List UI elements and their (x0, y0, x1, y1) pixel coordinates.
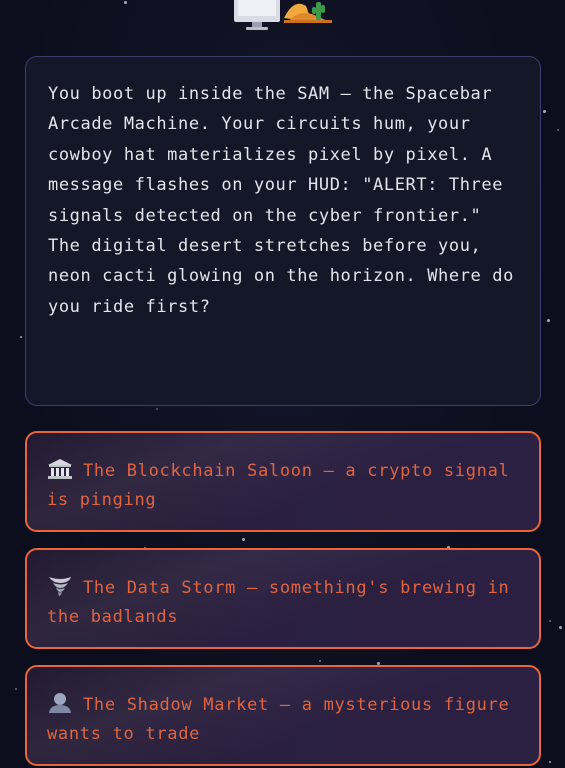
story-panel: You boot up inside the SAM — the Spaceba… (25, 56, 541, 406)
choice-shadow-market[interactable]: The Shadow Market — a mysterious figure … (25, 665, 541, 766)
choice-data-storm[interactable]: The Data Storm — something's brewing in … (25, 548, 541, 649)
choice-blockchain-saloon[interactable]: The Blockchain Saloon — a crypto signal … (25, 431, 541, 532)
silhouette-icon (47, 692, 73, 714)
choice-line: The Shadow Market — a mysterious figure … (47, 691, 519, 749)
choice-label: The Shadow Market — a mysterious figure … (47, 695, 510, 744)
choice-label: The Data Storm — something's brewing in … (47, 578, 510, 627)
bank-icon (47, 458, 73, 480)
choice-label: The Blockchain Saloon — a crypto signal … (47, 461, 510, 510)
choice-line: The Blockchain Saloon — a crypto signal … (47, 457, 519, 515)
arcade-machine-illustration (232, 0, 336, 32)
story-text: You boot up inside the SAM — the Spaceba… (48, 84, 514, 317)
tornado-icon (47, 575, 73, 597)
choice-line: The Data Storm — something's brewing in … (47, 574, 519, 632)
